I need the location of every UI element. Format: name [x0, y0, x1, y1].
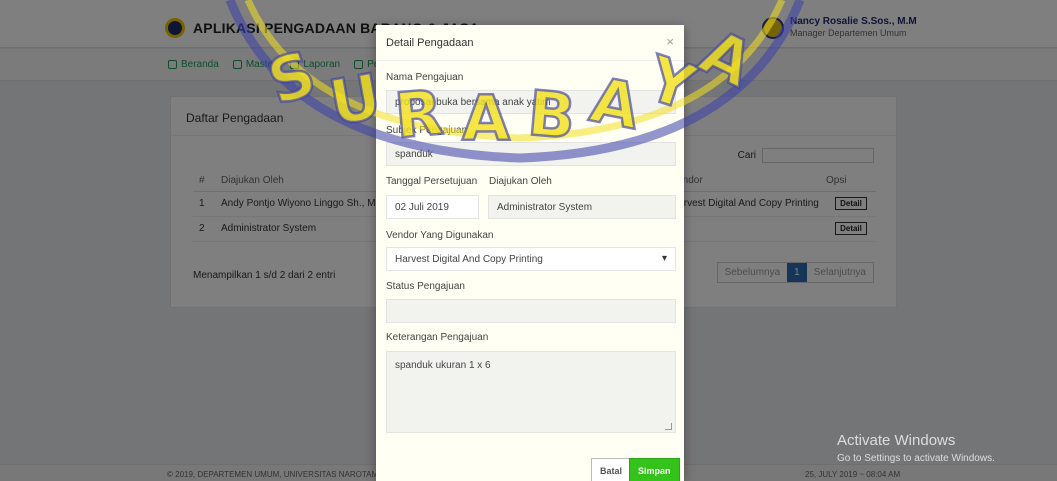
status-field[interactable]: [386, 299, 676, 323]
vendor-label: Vendor Yang Digunakan: [386, 230, 494, 241]
keterangan-label: Keterangan Pengajuan: [386, 332, 489, 343]
tanggal-label: Tanggal Persetujuan: [386, 176, 478, 187]
modal-header: Detail Pengadaan ×: [376, 25, 684, 61]
vendor-select[interactable]: Harvest Digital And Copy Printing: [386, 247, 676, 271]
detail-modal: Detail Pengadaan × Nama Pengajuan propos…: [376, 25, 684, 481]
status-label: Status Pengajuan: [386, 281, 465, 292]
tanggal-field[interactable]: 02 Juli 2019: [386, 195, 479, 219]
activation-title: Activate Windows: [837, 432, 956, 449]
subjek-label: Subjek Pengajuan: [386, 125, 468, 136]
close-icon[interactable]: ×: [666, 34, 674, 49]
cancel-button[interactable]: Batal: [591, 458, 632, 481]
activation-subtitle: Go to Settings to activate Windows.: [837, 453, 995, 464]
keterangan-text: spanduk ukuran 1 x 6: [395, 360, 491, 371]
save-button[interactable]: Simpan: [629, 458, 680, 481]
resize-handle-icon[interactable]: [665, 423, 672, 430]
nama-field[interactable]: proposal buka bersama anak yatim: [386, 90, 676, 114]
windows-activation-notice: Activate Windows Go to Settings to activ…: [837, 432, 995, 464]
diajukan-label: Diajukan Oleh: [489, 176, 552, 187]
diajukan-field[interactable]: Administrator System: [488, 195, 676, 219]
modal-title: Detail Pengadaan: [386, 37, 474, 49]
nama-label: Nama Pengajuan: [386, 72, 464, 83]
subjek-field[interactable]: spanduk: [386, 142, 676, 166]
keterangan-textarea[interactable]: spanduk ukuran 1 x 6: [386, 351, 676, 433]
